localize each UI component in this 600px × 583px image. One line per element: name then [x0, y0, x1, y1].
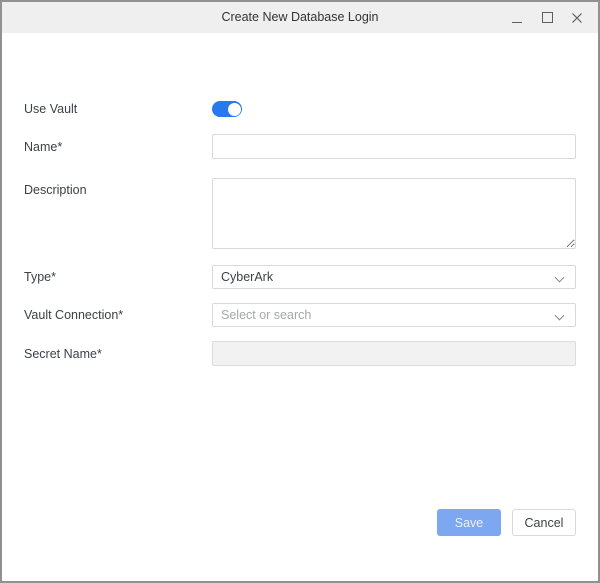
secret-name-label: Secret Name* [24, 347, 212, 361]
vault-connection-row: Vault Connection* Select or search [24, 303, 576, 327]
use-vault-row: Use Vault [24, 101, 576, 117]
name-label: Name* [24, 140, 212, 154]
vault-connection-placeholder: Select or search [221, 308, 311, 322]
titlebar: Create New Database Login [2, 2, 598, 33]
toggle-knob-icon [228, 103, 241, 116]
close-icon [571, 12, 583, 24]
secret-name-input [212, 341, 576, 366]
type-select[interactable]: CyberArk [212, 265, 576, 289]
use-vault-control [212, 101, 576, 117]
use-vault-toggle[interactable] [212, 101, 242, 117]
dialog-body: Use Vault Name* Description Type* [2, 101, 598, 366]
maximize-icon [542, 12, 553, 23]
close-button[interactable] [570, 10, 584, 26]
minimize-button[interactable] [510, 10, 524, 26]
description-textarea[interactable] [212, 178, 576, 249]
dialog-title: Create New Database Login [2, 2, 598, 33]
window-controls [510, 2, 584, 33]
vault-connection-control: Select or search [212, 303, 576, 327]
maximize-button[interactable] [540, 10, 554, 26]
name-input[interactable] [212, 134, 576, 159]
secret-name-control [212, 341, 576, 366]
minimize-icon [512, 13, 522, 23]
use-vault-label: Use Vault [24, 102, 212, 116]
cancel-button[interactable]: Cancel [512, 509, 576, 536]
description-row: Description [24, 178, 576, 249]
chevron-down-icon [555, 273, 565, 283]
type-label: Type* [24, 270, 212, 284]
chevron-down-icon [555, 311, 565, 321]
dialog-window: Create New Database Login Use Vault [0, 0, 600, 583]
type-select-value: CyberArk [221, 270, 273, 284]
description-control [212, 178, 576, 249]
type-control: CyberArk [212, 265, 576, 289]
name-row: Name* [24, 134, 576, 159]
description-label: Description [24, 178, 212, 197]
type-row: Type* CyberArk [24, 265, 576, 289]
vault-connection-select[interactable]: Select or search [212, 303, 576, 327]
footer-actions: Save Cancel [437, 509, 576, 536]
secret-name-row: Secret Name* [24, 341, 576, 366]
vault-connection-label: Vault Connection* [24, 308, 212, 322]
name-control [212, 134, 576, 159]
save-button[interactable]: Save [437, 509, 501, 536]
